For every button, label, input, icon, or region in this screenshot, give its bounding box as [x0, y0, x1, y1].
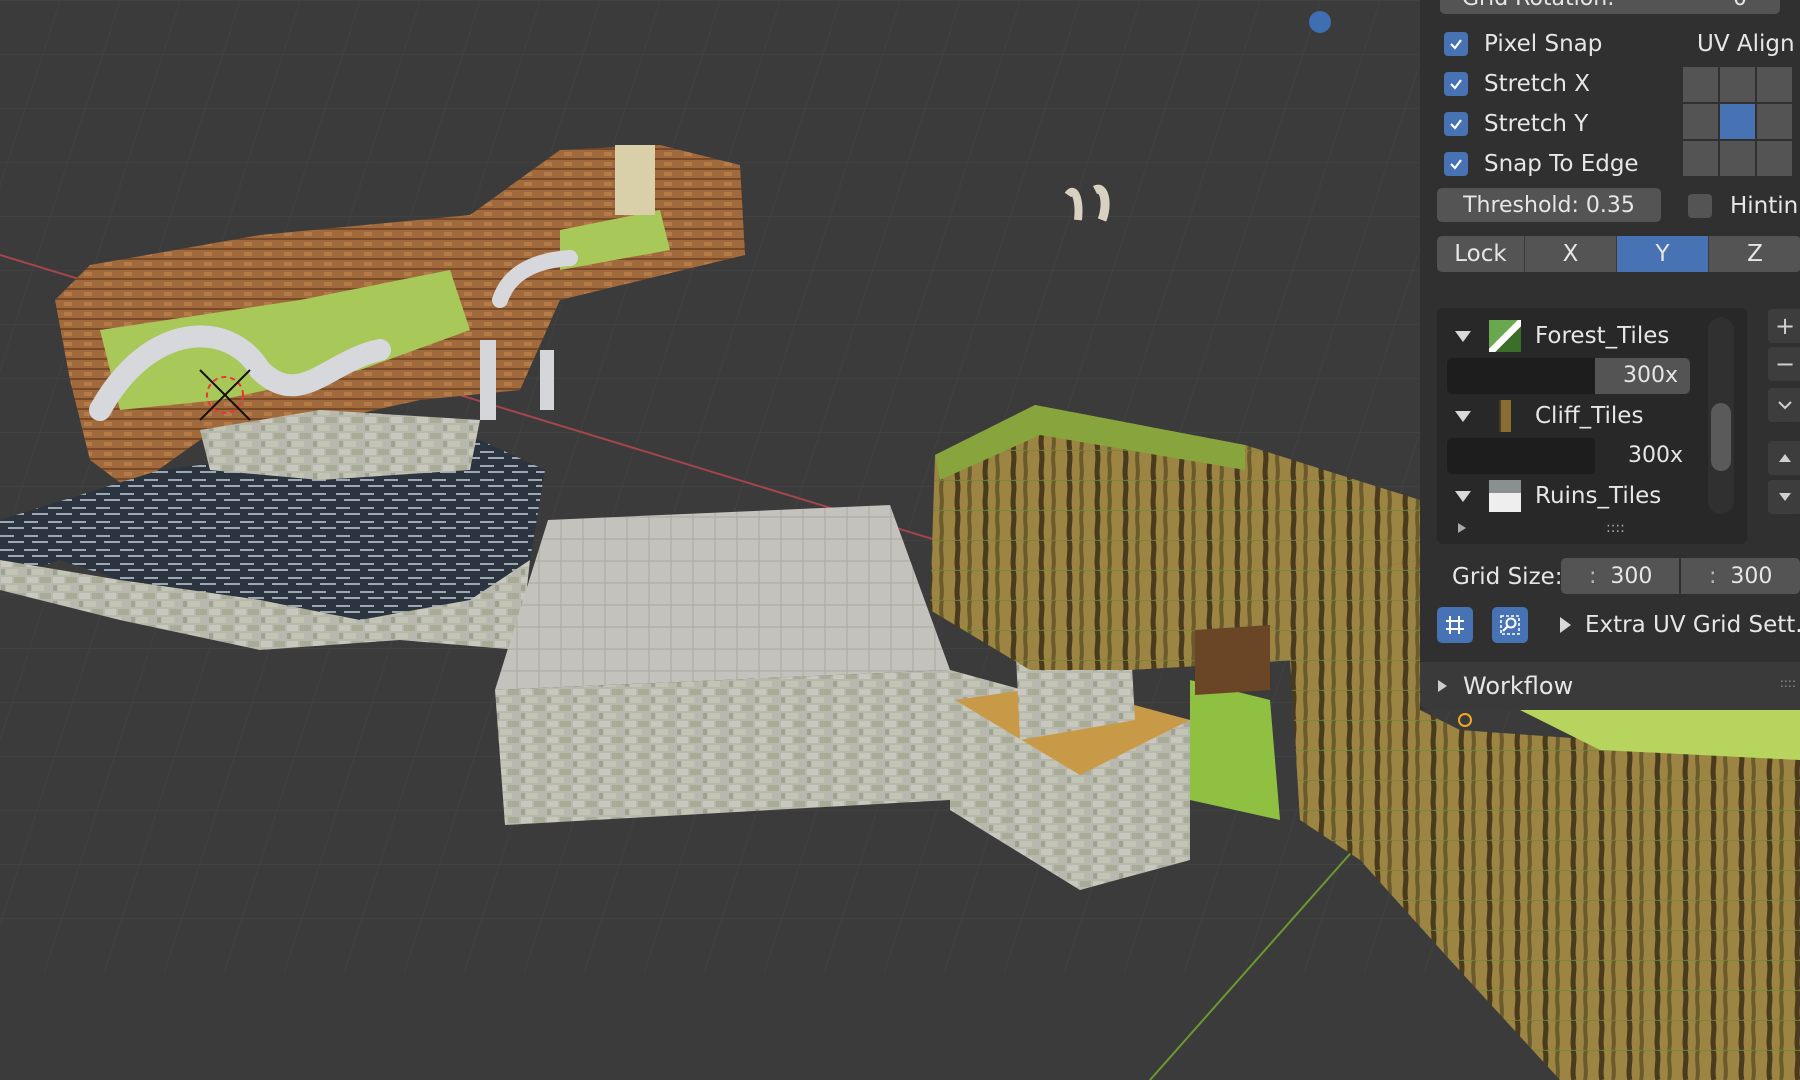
cliff-tiles-label: Cliff_Tiles — [1535, 403, 1644, 429]
workflow-label: Workflow — [1463, 672, 1574, 700]
uv-align-center[interactable] — [1720, 104, 1755, 139]
expand-triangle-icon[interactable] — [1455, 410, 1471, 422]
grid-icon[interactable] — [1437, 607, 1473, 643]
grid-size-x-colon: : — [1589, 563, 1611, 589]
grid-size-y-colon: : — [1709, 563, 1731, 589]
threshold-label: Threshold: — [1463, 192, 1579, 218]
pixel-snap-label: Pixel Snap — [1484, 31, 1603, 57]
pixel-snap-checkbox[interactable]: Pixel Snap — [1444, 31, 1602, 57]
lock-axis-row: Lock X Y Z — [1437, 236, 1800, 272]
ruins-tiles-label: Ruins_Tiles — [1535, 483, 1662, 509]
lock-x-button[interactable]: X — [1525, 236, 1617, 272]
uv-align-middle-right[interactable] — [1757, 104, 1792, 139]
expand-triangle-icon[interactable] — [1438, 680, 1447, 692]
extra-uv-settings-toggle[interactable]: Extra UV Grid Sett... — [1560, 612, 1800, 638]
stretch-x-label: Stretch X — [1484, 71, 1591, 97]
checkmark-icon[interactable] — [1444, 72, 1468, 96]
uv-align-middle-left[interactable] — [1683, 104, 1718, 139]
arrow-down-icon[interactable] — [1768, 480, 1800, 514]
tileset-item-forest[interactable]: Forest_Tiles — [1455, 320, 1669, 352]
grid-rotation-field[interactable]: Grid Rotation: 0° — [1440, 0, 1780, 14]
extra-uv-label: Extra UV Grid Sett... — [1585, 612, 1800, 638]
threshold-field[interactable]: Threshold: 0.35 — [1437, 188, 1661, 222]
hinting-box[interactable] — [1688, 194, 1712, 218]
expand-triangle-icon[interactable] — [1455, 490, 1471, 502]
arrow-up-icon[interactable] — [1768, 441, 1800, 475]
panel-drag-grip[interactable]: :::: — [1780, 676, 1796, 690]
grid-rotation-label: Grid Rotation: — [1462, 0, 1615, 11]
collapse-arrow-icon[interactable] — [1458, 523, 1466, 533]
ruins-thumbnail — [1489, 480, 1521, 512]
list-footer: :::: — [1458, 520, 1625, 536]
stretch-x-checkbox[interactable]: Stretch X — [1444, 71, 1590, 97]
expand-triangle-icon[interactable] — [1455, 330, 1471, 342]
cliff-thumbnail — [1499, 400, 1511, 432]
list-scrollbar-thumb[interactable] — [1711, 403, 1731, 471]
threshold-value: 0.35 — [1585, 192, 1635, 218]
stretch-y-label: Stretch Y — [1484, 111, 1589, 137]
forest-tiles-label: Forest_Tiles — [1535, 323, 1670, 349]
grid-size-y-field[interactable]: : 300 — [1681, 558, 1800, 594]
tileset-item-ruins[interactable]: Ruins_Tiles — [1455, 480, 1661, 512]
grid-size-y-value: 300 — [1730, 563, 1773, 589]
chevron-down-icon[interactable] — [1768, 388, 1800, 422]
grid-rotation-value: 0° — [1733, 0, 1758, 11]
forest-thumbnail — [1489, 320, 1521, 352]
uv-align-bottom-center[interactable] — [1720, 141, 1755, 176]
lock-z-button[interactable]: Z — [1709, 236, 1800, 272]
checkmark-icon[interactable] — [1444, 112, 1468, 136]
grid-size-x-field[interactable]: : 300 — [1561, 558, 1679, 594]
uv-align-top-left[interactable] — [1683, 67, 1718, 102]
uv-align-top-center[interactable] — [1720, 67, 1755, 102]
expand-triangle-icon[interactable] — [1560, 617, 1571, 633]
list-grip[interactable]: :::: — [1606, 520, 1625, 536]
workflow-panel-header[interactable]: Workflow :::: — [1420, 662, 1800, 710]
forest-scale-value: 300x — [1622, 363, 1678, 388]
uv-align-bottom-left[interactable] — [1683, 141, 1718, 176]
grid-size-label: Grid Size: — [1452, 564, 1563, 590]
lock-button[interactable]: Lock — [1437, 236, 1525, 272]
uv-align-bottom-right[interactable] — [1757, 141, 1792, 176]
checkmark-icon[interactable] — [1444, 32, 1468, 56]
stretch-y-checkbox[interactable]: Stretch Y — [1444, 111, 1588, 137]
plus-icon[interactable]: + — [1768, 309, 1800, 343]
snap-to-edge-label: Snap To Edge — [1484, 151, 1639, 177]
lock-y-button[interactable]: Y — [1617, 236, 1709, 272]
checkmark-icon[interactable] — [1444, 152, 1468, 176]
zoom-icon[interactable] — [1492, 607, 1528, 643]
hinting-label: Hintin — [1730, 193, 1799, 219]
hinting-checkbox[interactable]: Hintin — [1688, 193, 1798, 219]
minus-icon[interactable]: − — [1768, 347, 1800, 381]
uv-align-top-right[interactable] — [1757, 67, 1792, 102]
cliff-scale-value: 300x — [1628, 443, 1684, 468]
tileset-item-cliff[interactable]: Cliff_Tiles — [1455, 400, 1643, 432]
light-gizmo[interactable] — [1309, 11, 1331, 33]
forest-scale-field[interactable]: 300x — [1447, 358, 1690, 394]
snap-to-edge-checkbox[interactable]: Snap To Edge — [1444, 151, 1639, 177]
uv-align-label: UV Align — [1697, 31, 1795, 57]
cliff-scale-field[interactable] — [1447, 438, 1595, 474]
grid-size-x-value: 300 — [1610, 563, 1653, 589]
